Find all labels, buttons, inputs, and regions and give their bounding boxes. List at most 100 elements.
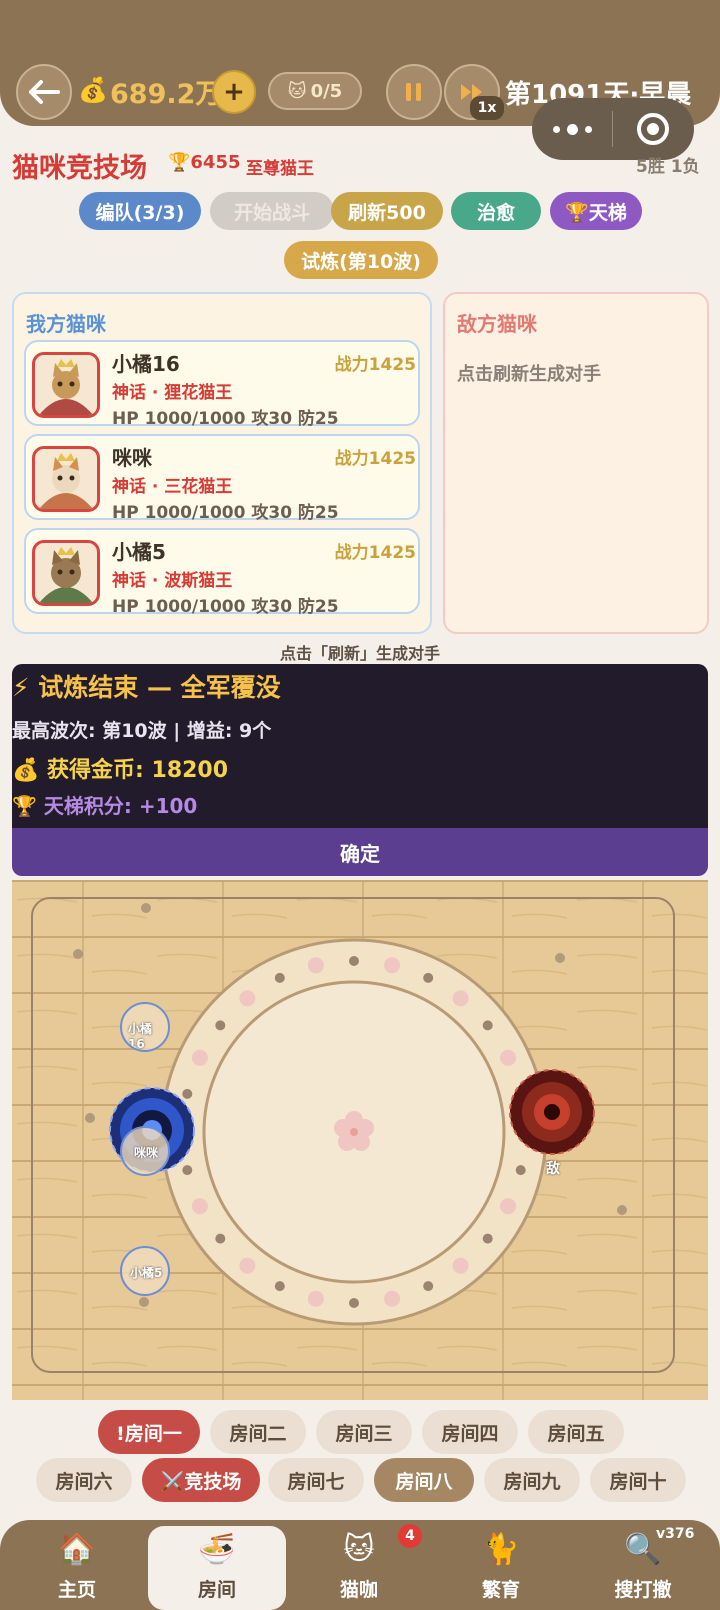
trophy-score: 🏆6455 (168, 152, 241, 173)
room-tab-8[interactable]: 房间八 (374, 1458, 474, 1502)
rim-paw (182, 1165, 193, 1176)
cat-portrait-icon (39, 453, 93, 509)
kittens-icon: 🐈 (482, 1532, 520, 1567)
cat-portrait-icon (39, 547, 93, 603)
cat-name: 小橘16 (112, 352, 180, 376)
back-arrow-icon (29, 80, 60, 104)
enemy-unit-label: 敌 (546, 1161, 560, 1177)
bowl-icon: 🍜 (198, 1532, 236, 1567)
nav-breed[interactable]: 🐈 繁育 (436, 1520, 566, 1610)
cat-rarity: 神话 · 狸花猫王 (112, 383, 233, 403)
close-miniprogram-button[interactable] (613, 113, 693, 145)
room-tab-2[interactable]: 房间二 (210, 1410, 306, 1454)
bottom-nav: 🏠 主页 🍜 房间 🐱 猫咖 🐈 繁育 🔍 搜打撤 (0, 1520, 720, 1610)
room-tab-5[interactable]: 房间五 (528, 1410, 624, 1454)
nav-label: 繁育 (481, 1579, 520, 1601)
record-circle-icon (637, 113, 669, 145)
rim-flower (384, 1290, 401, 1307)
nav-room[interactable]: 🍜 房间 (148, 1526, 286, 1610)
refresh-hint: 点击「刷新」生成对手 (279, 644, 440, 663)
more-dots-icon-center (566, 123, 578, 135)
room-tab-4[interactable]: 房间四 (422, 1410, 518, 1454)
formation-button[interactable]: 编队(3/3) (79, 192, 201, 230)
ally-unit-token[interactable]: 小橘16 (120, 1002, 170, 1052)
trial-button[interactable]: 试炼(第10波) (284, 241, 438, 279)
rim-paw (274, 1281, 285, 1292)
pause-icon (406, 83, 421, 101)
money-bag-icon: 💰 (78, 76, 108, 104)
cat-avatar (32, 540, 100, 606)
cat-rarity: 神话 · 波斯猫王 (112, 571, 233, 591)
arena-tab[interactable]: ⚔️竞技场 (142, 1458, 260, 1502)
rim-flower (239, 990, 256, 1007)
ally-unit-token[interactable]: 咪咪 (120, 1126, 170, 1176)
pause-button[interactable] (386, 64, 442, 120)
room-tab-10[interactable]: 房间十 (590, 1458, 686, 1502)
cat-stats: HP 1000/1000 攻30 防25 (112, 597, 339, 617)
battlefield[interactable]: 小橘16 咪咪 小橘5 敌 (12, 880, 708, 1400)
notification-badge: 4 (398, 1524, 422, 1548)
ally-unit-token[interactable]: 小橘5 (120, 1246, 170, 1296)
enemy-hint: 点击刷新生成对手 (457, 364, 601, 385)
more-dots-icon (552, 125, 560, 133)
rim-paw (515, 1165, 526, 1176)
confirm-button[interactable]: 确定 (12, 828, 708, 876)
my-team-panel: 我方猫咪 小橘16 战力1425 神话 · 狸花猫王 HP 1000/1000 … (12, 292, 432, 634)
rim-paw (423, 972, 434, 983)
result-gold: 💰 获得金币: 18200 (12, 758, 229, 783)
nav-label: 主页 (57, 1579, 96, 1601)
win-loss-record: 5胜 1负 (636, 157, 700, 177)
cat-stats: HP 1000/1000 攻30 防25 (112, 409, 339, 429)
ladder-button[interactable]: 🏆天梯 (550, 192, 642, 230)
room-tab-9[interactable]: 房间九 (484, 1458, 580, 1502)
back-button[interactable] (16, 64, 72, 120)
result-wave: 最高波次: 第10波 | 增益: 9个 (12, 720, 272, 742)
room-tab-1[interactable]: !房间一 (98, 1410, 200, 1454)
rank-title: 至尊猫王 (246, 159, 314, 179)
rim-flower (452, 1257, 469, 1274)
cat-card[interactable]: 小橘5 战力1425 神话 · 波斯猫王 HP 1000/1000 攻30 防2… (24, 528, 420, 617)
room-tab-7[interactable]: 房间七 (268, 1458, 364, 1502)
refresh-button[interactable]: 刷新500 (331, 192, 443, 230)
heal-button[interactable]: 治愈 (451, 192, 541, 230)
rim-paw (423, 1281, 434, 1292)
rim-flower (191, 1198, 208, 1215)
result-ladder-points: 🏆 天梯积分: +100 (12, 794, 198, 818)
cat-rarity: 神话 · 三花猫王 (112, 477, 233, 497)
nav-home[interactable]: 🏠 主页 (12, 1520, 142, 1610)
room-tab-3[interactable]: 房间三 (316, 1410, 412, 1454)
unit-label: 咪咪 (134, 1146, 159, 1160)
cat-power: 战力1425 (334, 355, 416, 375)
cat-count-badge[interactable]: 🐱 0/5 (268, 72, 362, 110)
cat-cup-icon: 🐱 (343, 1532, 375, 1567)
add-coins-button[interactable]: + (212, 70, 256, 114)
cat-power: 战力1425 (334, 543, 416, 563)
cat-card[interactable]: 小橘16 战力1425 神话 · 狸花猫王 HP 1000/1000 攻30 防… (24, 340, 420, 429)
rim-flower (191, 1049, 208, 1066)
rim-paw (182, 1088, 193, 1099)
enemy-team-title: 敌方猫咪 (457, 312, 537, 336)
nav-label: 房间 (197, 1579, 236, 1601)
unit-label: 小橘16 (128, 1022, 153, 1051)
room-tab-6[interactable]: 房间六 (36, 1458, 132, 1502)
rim-paw (274, 972, 285, 983)
nav-label: 搜打撤 (614, 1579, 672, 1601)
start-battle-button[interactable]: 开始战斗 (210, 192, 334, 230)
result-title: ⚡ 试炼结束 — 全军覆没 (12, 673, 281, 702)
cat-avatar (32, 352, 100, 418)
cat-avatar (32, 446, 100, 512)
house-icon: 🏠 (58, 1532, 96, 1567)
rim-flower (239, 1257, 256, 1274)
miniprogram-capsule (532, 98, 694, 160)
cat-name: 咪咪 (112, 446, 152, 470)
rim-paw (482, 1020, 493, 1031)
cat-card[interactable]: 咪咪 战力1425 神话 · 三花猫王 HP 1000/1000 攻30 防25 (24, 434, 420, 523)
speed-badge: 1x (470, 96, 504, 120)
version-label: v376 (656, 1526, 695, 1542)
nav-label: 猫咖 (339, 1579, 378, 1601)
enemy-portal-icon (509, 1069, 595, 1155)
cat-power: 战力1425 (334, 449, 416, 469)
arena-floor (12, 880, 708, 1400)
more-options-button[interactable] (532, 123, 612, 135)
rim-paw (349, 956, 359, 966)
